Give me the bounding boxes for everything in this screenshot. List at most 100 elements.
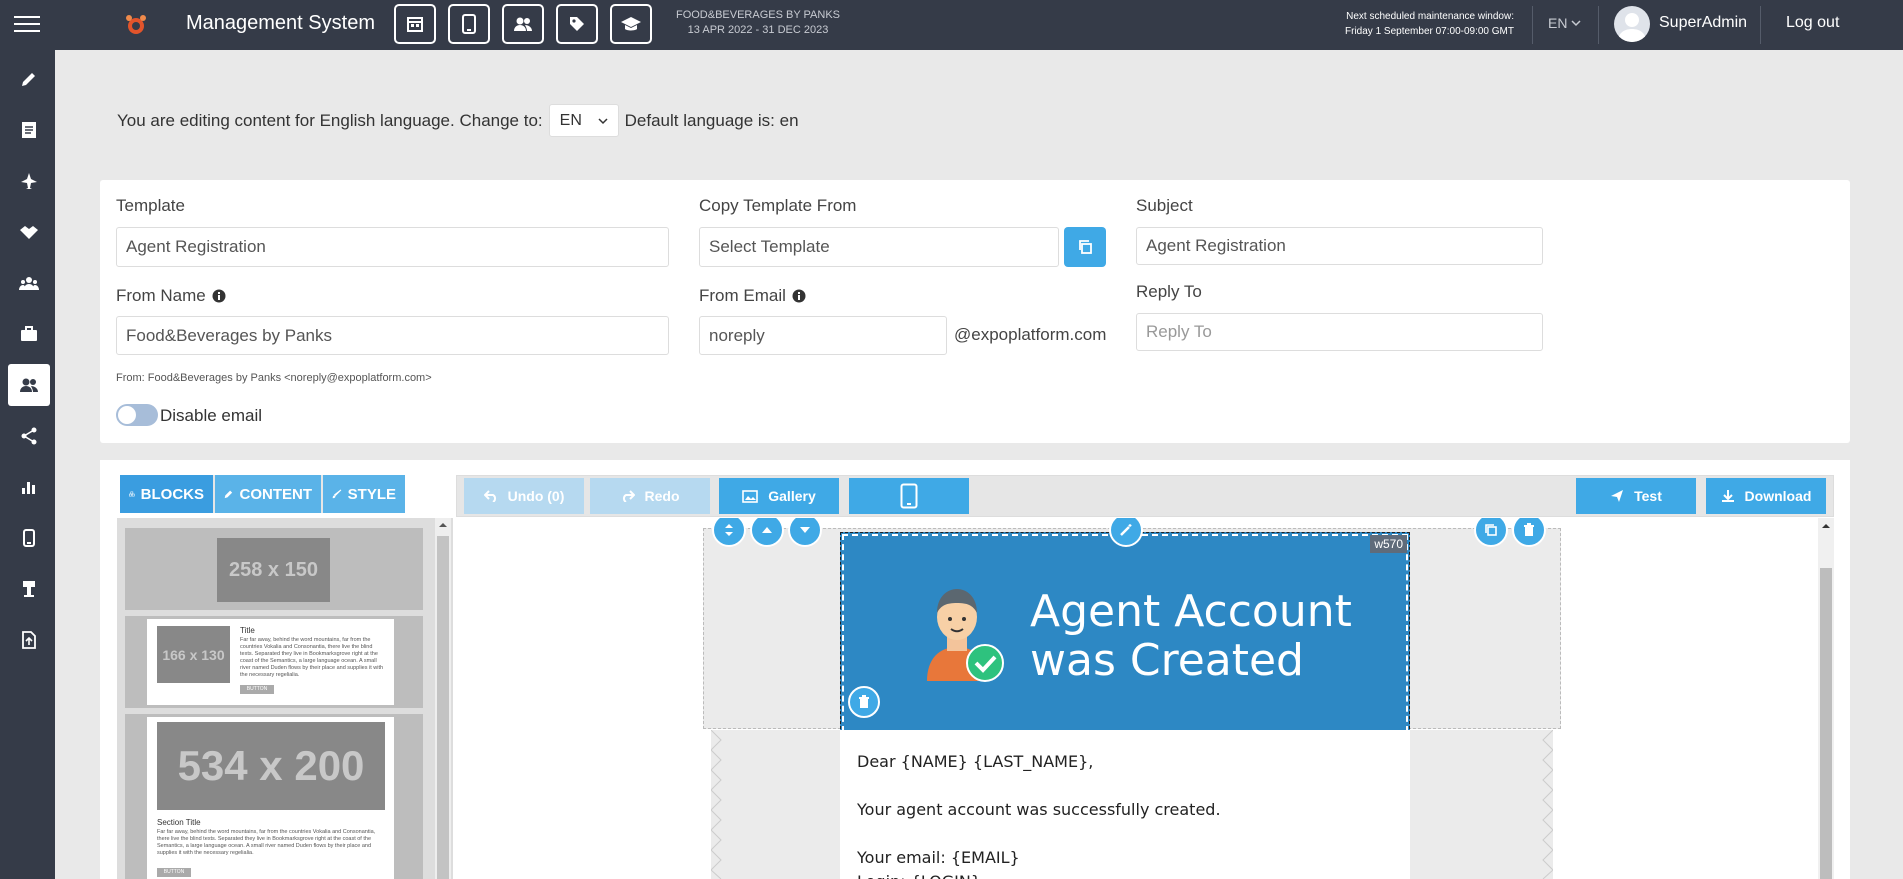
calendar-icon[interactable] — [394, 4, 436, 44]
redo-button[interactable]: Redo — [590, 478, 710, 514]
disable-email-toggle[interactable] — [116, 404, 158, 426]
block-title: Title — [240, 626, 255, 635]
test-label: Test — [1634, 488, 1662, 504]
editor-tabs: BLOCKS CONTENT STYLE — [120, 475, 405, 513]
copy-template-label: Copy Template From — [699, 196, 857, 215]
gallery-label: Gallery — [768, 488, 816, 504]
copy-icon — [1079, 240, 1092, 254]
template-settings-card: Template Agent Registration Copy Templat… — [100, 180, 1850, 443]
plane-icon[interactable] — [8, 160, 50, 202]
scroll-up-icon[interactable] — [435, 519, 451, 531]
mobile-icon — [900, 483, 918, 509]
block-thumb-image[interactable]: 258 x 150 — [125, 528, 423, 610]
image-icon — [742, 489, 759, 503]
image-placeholder: 258 x 150 — [217, 538, 330, 602]
info-icon[interactable] — [212, 289, 226, 303]
language-bar-suffix: Default language is: en — [624, 110, 799, 130]
block-button: BUTTON — [240, 685, 274, 694]
info-icon[interactable] — [792, 289, 806, 303]
subject-field[interactable]: Agent Registration — [1136, 227, 1543, 265]
image-placeholder: 534 x 200 — [157, 722, 385, 810]
handshake-icon[interactable] — [8, 211, 50, 253]
template-field[interactable]: Agent Registration — [116, 227, 669, 267]
disable-email-label: Disable email — [160, 406, 263, 425]
reply-to-field[interactable]: Reply To — [1136, 313, 1543, 351]
undo-icon — [483, 490, 496, 502]
tab-content[interactable]: CONTENT — [215, 475, 321, 513]
redo-label: Redo — [644, 488, 680, 504]
tab-blocks-label: BLOCKS — [140, 485, 204, 503]
copy-template-button[interactable] — [1064, 227, 1106, 267]
body-line: Dear {NAME} {LAST_NAME}, — [857, 752, 1094, 771]
tab-content-label: CONTENT — [239, 485, 313, 503]
language-bar-prefix: You are editing content for English lang… — [117, 110, 543, 130]
from-preview: From: Food&Beverages by Panks <noreply@e… — [116, 372, 432, 384]
language-label: EN — [1548, 15, 1568, 31]
maintenance-line2: Friday 1 September 07:00-09:00 GMT — [1345, 26, 1514, 37]
block-section-title: Section Title — [157, 818, 201, 827]
gallery-button[interactable]: Gallery — [719, 478, 839, 514]
from-email-field[interactable]: noreply — [699, 316, 947, 355]
edit-icon[interactable] — [8, 58, 50, 100]
user-group-icon[interactable] — [8, 364, 50, 406]
tab-blocks[interactable]: BLOCKS — [120, 475, 213, 513]
email-body-text[interactable]: Dear {NAME} {LAST_NAME}, Your agent acco… — [840, 730, 1410, 879]
graduation-cap-icon[interactable] — [610, 4, 652, 44]
document-icon[interactable] — [8, 109, 50, 151]
language-select-value: EN — [559, 111, 582, 129]
avatar[interactable] — [1614, 6, 1650, 42]
block-button: BUTTON — [157, 868, 191, 877]
width-badge: w570 — [1370, 535, 1407, 553]
kiosk-icon[interactable] — [8, 568, 50, 610]
bar-chart-icon[interactable] — [8, 466, 50, 508]
banner-line2: was Created — [1030, 635, 1304, 686]
editor-toolbar: Undo (0) Redo Gallery Test Download — [456, 475, 1834, 517]
block-lorem: Far far away, behind the word mountains,… — [157, 829, 376, 856]
brush-icon — [332, 489, 342, 499]
briefcase-icon[interactable] — [8, 313, 50, 355]
divider — [1760, 6, 1761, 44]
banner-image[interactable]: w570 Agent Account was Created — [840, 532, 1410, 734]
download-button[interactable]: Download — [1706, 478, 1826, 514]
download-label: Download — [1744, 488, 1812, 504]
blocks-scrollbar[interactable] — [435, 518, 451, 879]
block-lorem: Far far away, behind the word mountains,… — [240, 637, 384, 678]
username[interactable]: SuperAdmin — [1659, 14, 1747, 32]
test-button[interactable]: Test — [1576, 478, 1696, 514]
block-thumb-image-text[interactable]: 166 x 130 Title Far far away, behind the… — [125, 616, 423, 708]
language-select[interactable]: EN — [548, 104, 619, 137]
cubes-icon — [129, 491, 135, 497]
email-canvas: w570 Agent Account was Created Dear {NAM… — [456, 518, 1834, 879]
mobile-icon[interactable] — [448, 4, 490, 44]
block-thumb-section[interactable]: 534 x 200 Section Title Far far away, be… — [125, 714, 423, 879]
team-icon[interactable] — [8, 262, 50, 304]
email-editor: BLOCKS CONTENT STYLE Undo (0) Redo Galle… — [100, 460, 1850, 879]
users-icon[interactable] — [502, 4, 544, 44]
email-domain: @expoplatform.com — [954, 325, 1107, 344]
logout-link[interactable]: Log out — [1786, 14, 1839, 32]
tab-style[interactable]: STYLE — [323, 475, 405, 513]
from-email-label: From Email — [699, 286, 806, 306]
from-name-field[interactable]: Food&Beverages by Panks — [116, 316, 669, 355]
banner-heading: Agent Account was Created — [1030, 587, 1352, 685]
scroll-up-icon[interactable] — [1818, 518, 1834, 532]
chevron-down-icon — [598, 117, 608, 124]
mobile-icon[interactable] — [8, 517, 50, 559]
canvas-scrollbar[interactable] — [1818, 518, 1834, 879]
share-icon[interactable] — [8, 415, 50, 457]
mobile-preview-button[interactable] — [849, 478, 969, 514]
tag-icon[interactable] — [556, 4, 598, 44]
hamburger-menu-icon[interactable] — [14, 16, 40, 34]
blocks-panel: 258 x 150 166 x 130 Title Far far away, … — [117, 518, 453, 879]
copy-template-select[interactable]: Select Template — [699, 227, 1059, 267]
sidebar — [0, 50, 55, 879]
top-bar: Management System FOOD&BEVERAGES BY PANK… — [0, 0, 1903, 50]
chevron-down-icon — [1571, 20, 1581, 27]
language-selector[interactable]: EN — [1548, 15, 1581, 31]
delete-block-icon[interactable] — [848, 686, 880, 718]
body-line: Login: {LOGIN} — [857, 870, 1393, 879]
from-name-label: From Name — [116, 286, 226, 306]
undo-button[interactable]: Undo (0) — [464, 478, 584, 514]
file-upload-icon[interactable] — [8, 619, 50, 661]
divider — [1598, 6, 1599, 44]
